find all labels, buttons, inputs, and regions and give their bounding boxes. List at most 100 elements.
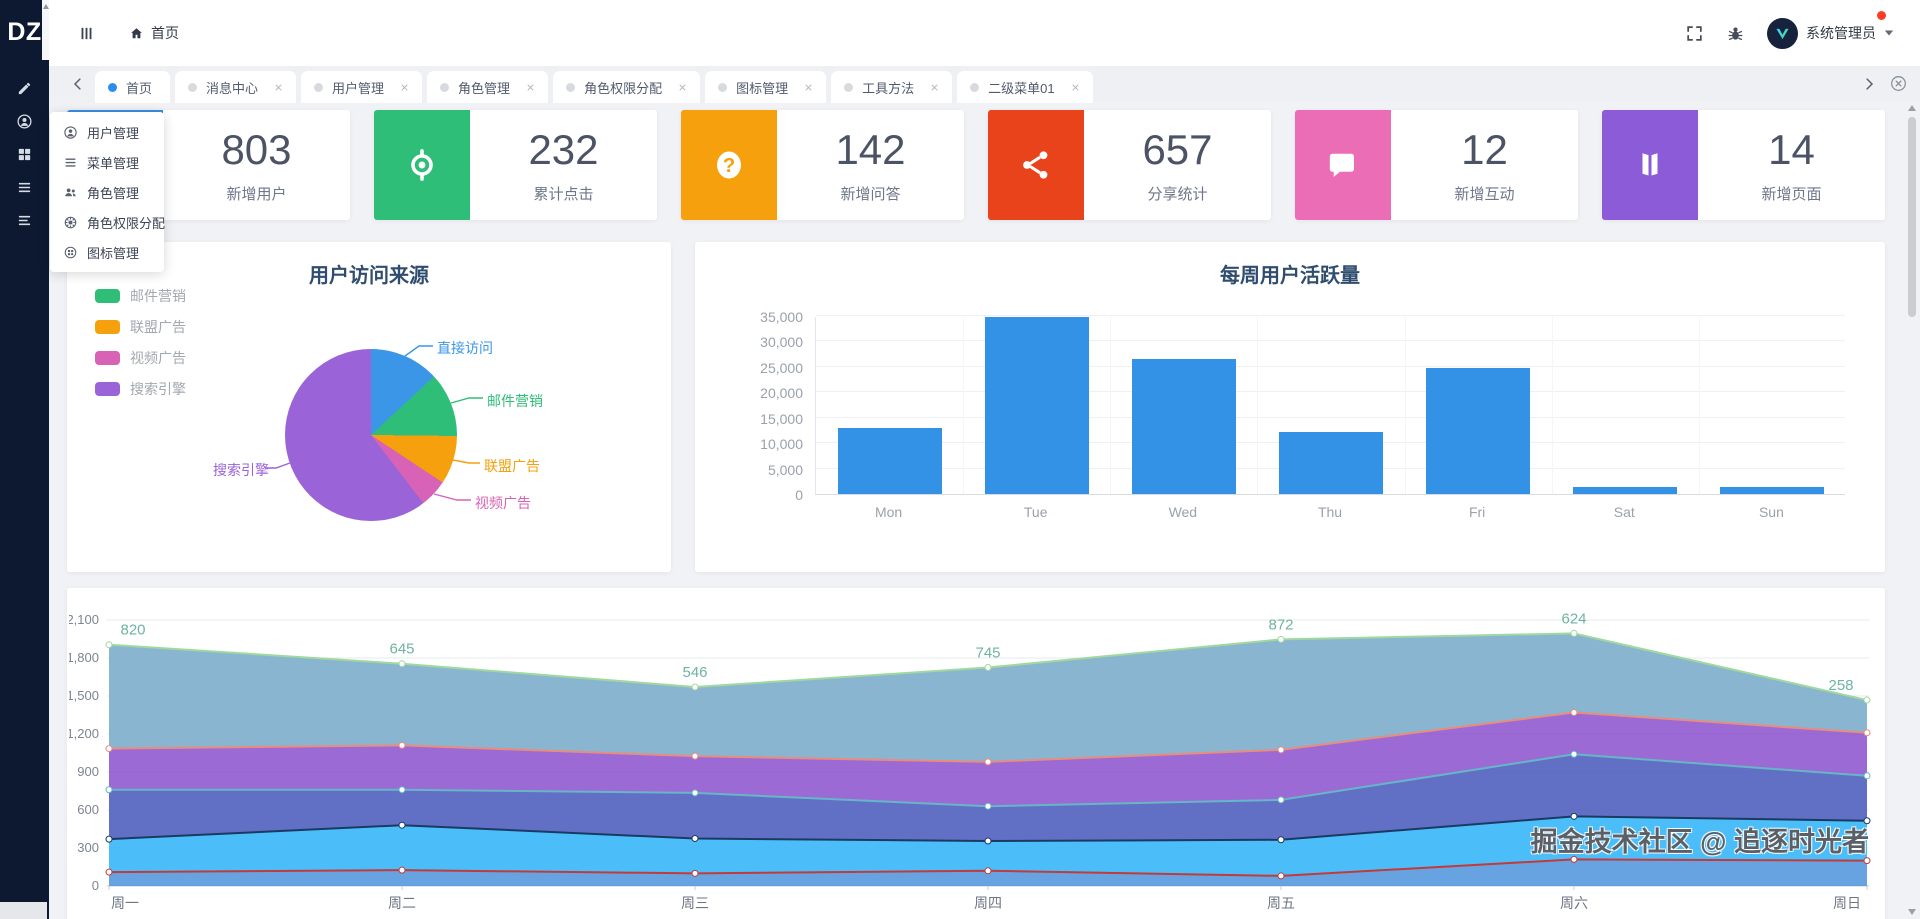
bar-chart-card: 每周用户活跃量 0 5,000 10,000 15,000 20,000 25,000 30… (695, 242, 1885, 572)
tabs: 首页 消息中心 用户管理 角色管理 角色权限分配 图标管理 工具方法 二级菜单01 (95, 71, 1093, 103)
close-icon[interactable] (803, 82, 814, 93)
pie-slice-label: 邮件营销 (487, 393, 543, 409)
bar-Sat (1573, 487, 1678, 494)
scroll-down-icon[interactable] (1908, 909, 1916, 915)
stat-value: 657 (1142, 126, 1213, 173)
svg-text:周五: 周五 (1267, 895, 1295, 911)
tabs-scroll-right-icon[interactable] (1860, 75, 1878, 93)
bar-y-tick: 20,000 (760, 385, 803, 402)
scroll-up-icon[interactable] (43, 4, 49, 9)
tab-用户管理[interactable]: 用户管理 (301, 71, 423, 103)
sidebar-item-4[interactable] (0, 204, 49, 237)
pie-slice-label: 联盟广告 (484, 458, 540, 474)
breadcrumb: 首页 (129, 23, 179, 43)
menu-item-角色管理[interactable]: 角色管理 (50, 177, 164, 207)
menu-lines-icon (63, 155, 78, 170)
close-all-tabs-icon[interactable] (1889, 74, 1908, 93)
bar-x-tick: Thu (1317, 504, 1343, 520)
menu-item-label: 角色权限分配 (87, 215, 166, 231)
svg-text:周日: 周日 (1833, 895, 1861, 911)
fullscreen-icon[interactable] (1685, 24, 1704, 43)
bar-Tue (984, 317, 1089, 494)
legend-item-搜索引擎[interactable]: 搜索引擎 (95, 379, 186, 399)
stat-label: 新增问答 (840, 186, 901, 203)
bar-x-tick: Mon (874, 504, 903, 520)
pie-chart[interactable] (285, 349, 457, 521)
legend-swatch (95, 320, 120, 334)
svg-text:1,500: 1,500 (69, 688, 99, 703)
tabs-scroll-left-icon[interactable] (69, 75, 87, 93)
stat-value: 232 (528, 126, 599, 173)
user-menu[interactable]: 系统管理员 (1767, 10, 1894, 49)
legend-swatch (95, 382, 120, 396)
tab-图标管理[interactable]: 图标管理 (705, 71, 827, 103)
scrollbar-thumb[interactable] (1908, 117, 1916, 317)
menu-fold-icon[interactable] (78, 25, 95, 42)
stat-label: 新增页面 (1761, 186, 1822, 203)
tab-status-dot (844, 82, 854, 92)
breadcrumb-home[interactable]: 首页 (151, 23, 179, 43)
legend-item-联盟广告[interactable]: 联盟广告 (95, 317, 186, 337)
bar-y-tick: 25,000 (760, 359, 803, 376)
grid-icon (16, 146, 33, 163)
close-icon[interactable] (399, 82, 410, 93)
legend-item-邮件营销[interactable]: 邮件营销 (95, 286, 186, 306)
close-icon[interactable] (677, 82, 688, 93)
svg-text:900: 900 (77, 764, 99, 779)
tab-二级菜单01[interactable]: 二级菜单01 (957, 71, 1093, 103)
legend-label: 搜索引擎 (130, 381, 186, 397)
legend-label: 邮件营销 (130, 288, 186, 304)
user-circle-icon (16, 113, 33, 130)
edit-icon (16, 80, 33, 97)
svg-text:1,800: 1,800 (69, 650, 99, 665)
tab-工具方法[interactable]: 工具方法 (831, 71, 953, 103)
tab-角色管理[interactable]: 角色管理 (427, 71, 549, 103)
tab-角色权限分配[interactable]: 角色权限分配 (553, 71, 701, 103)
stat-card-新增问答: ? 142 新增问答 (681, 110, 964, 220)
sidebar: DZ (0, 0, 49, 919)
sidebar-item-0[interactable] (0, 72, 49, 105)
target-icon (374, 110, 470, 220)
sidebar-item-2[interactable] (0, 138, 49, 171)
close-icon[interactable] (273, 82, 284, 93)
page-scrollbar[interactable] (1906, 103, 1918, 919)
stat-card-累计点击: 232 累计点击 (374, 110, 657, 220)
nav-dropdown-menu: 用户管理菜单管理角色管理角色权限分配图标管理 (50, 112, 166, 272)
bug-icon[interactable] (1726, 24, 1745, 43)
question-icon: ? (681, 110, 777, 220)
bar-chart-title: 每周用户活跃量 (1220, 265, 1360, 287)
stat-label: 分享统计 (1147, 186, 1208, 203)
tab-消息中心[interactable]: 消息中心 (175, 71, 297, 103)
menu-item-label: 菜单管理 (87, 155, 140, 171)
stat-cards-row: 803 新增用户 232 累计点击? 142 新增问答 657 分享统计 12 新增互动 14 新增页… (67, 110, 1885, 220)
menu-item-角色权限分配[interactable]: 角色权限分配 (50, 207, 166, 237)
svg-text:546: 546 (682, 664, 707, 681)
tab-首页[interactable]: 首页 (95, 71, 171, 103)
home-icon (129, 26, 144, 41)
sidebar-item-3[interactable] (0, 171, 49, 204)
svg-text:258: 258 (1828, 677, 1853, 694)
map-icon (1602, 110, 1698, 220)
svg-text:周四: 周四 (974, 895, 1002, 911)
sidebar-item-1[interactable] (0, 105, 49, 138)
bar-y-tick: 15,000 (760, 410, 803, 427)
bar-y-tick: 5,000 (767, 461, 803, 478)
close-icon[interactable] (1070, 82, 1081, 93)
stat-card-新增互动: 12 新增互动 (1295, 110, 1578, 220)
stacked-area-chart[interactable]: 0 300 600 900 1,200 1,500 1,800 2,100 820 645 546 7… (69, 590, 1879, 919)
menu-item-图标管理[interactable]: 图标管理 (50, 237, 164, 267)
avatar[interactable] (1767, 17, 1798, 49)
close-icon[interactable] (525, 82, 536, 93)
menu-item-菜单管理[interactable]: 菜单管理 (50, 147, 164, 177)
close-icon[interactable] (929, 82, 940, 93)
legend-item-视频广告[interactable]: 视频广告 (95, 348, 186, 368)
tab-status-dot (718, 82, 728, 92)
svg-text:624: 624 (1561, 610, 1586, 627)
svg-text:1,200: 1,200 (69, 726, 99, 741)
bar-Fri (1426, 367, 1531, 494)
scroll-up-icon[interactable] (1908, 105, 1916, 111)
menu-item-用户管理[interactable]: 用户管理 (50, 117, 164, 147)
svg-text:600: 600 (77, 802, 99, 817)
sidebar-scrollbar[interactable] (42, 0, 49, 60)
pie-slice-label: 直接访问 (437, 340, 493, 356)
